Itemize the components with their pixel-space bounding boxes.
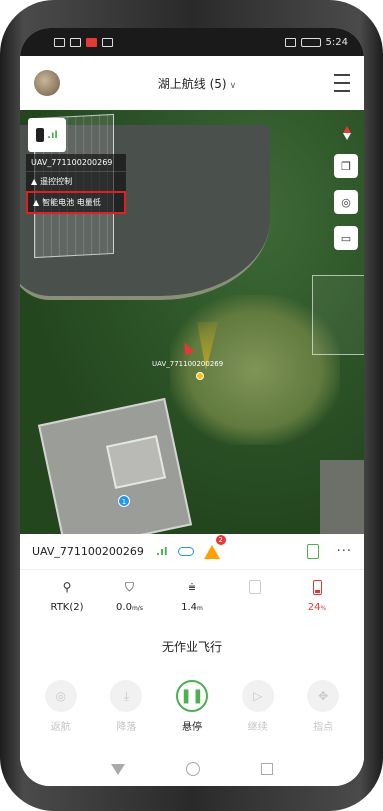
battery-status-icon bbox=[300, 37, 321, 47]
layers-button[interactable]: ❐ bbox=[334, 154, 358, 178]
top-bar: 湖上航线 (5) ∨ bbox=[20, 56, 364, 110]
resume-icon: ▷ bbox=[241, 680, 274, 712]
stat-rtk: ⚲ RTK(2) bbox=[42, 580, 92, 628]
measure-button[interactable]: ▭ bbox=[334, 226, 358, 250]
telemetry-stats: ⚲ RTK(2) ⛉ 0.0m/s ⩧ 1.4m 24% bbox=[20, 570, 364, 628]
payload-icon bbox=[248, 580, 261, 594]
flight-area-polygon-2 bbox=[312, 275, 364, 355]
layers-icon: ❐ bbox=[341, 159, 351, 173]
system-nav-bar bbox=[20, 752, 364, 786]
return-home-icon: ◎ bbox=[44, 680, 77, 712]
notification-status-icon bbox=[86, 37, 97, 47]
compass-icon[interactable] bbox=[342, 126, 352, 140]
map-view[interactable]: .ıl UAV_771100200269 ▲ 遥控控制 ▲ 智能电池 电量低 ❐ ◎… bbox=[20, 110, 364, 534]
warning-label: 智能电池 电量低 bbox=[42, 198, 101, 207]
alert-status-icon bbox=[102, 37, 113, 47]
chevron-down-icon: ∨ bbox=[229, 80, 237, 91]
drone-map-label: UAV_771100200269 bbox=[152, 360, 224, 368]
land-button[interactable]: ⤓ 降落 bbox=[101, 680, 151, 733]
signal-bars-icon: .ıl bbox=[47, 129, 58, 141]
screen: 5:24 湖上航线 (5) ∨ .ıl UAV_771100200269 ▲ 遥… bbox=[20, 28, 364, 786]
stat-battery: 24% bbox=[292, 580, 342, 628]
waypoint-marker[interactable]: 1 bbox=[118, 495, 130, 507]
warning-label: 遥控控制 bbox=[40, 177, 73, 186]
flight-actions: ◎ 返航 ⤓ 降落 ❚❚ 悬停 ▷ 继续 ✥ 指点 bbox=[20, 658, 364, 733]
stat-altitude: ⩧ 1.4m bbox=[167, 580, 217, 628]
uav-id-label: UAV_771100200269 bbox=[26, 154, 126, 171]
rc-signal-indicator[interactable]: .ıl bbox=[28, 118, 66, 152]
list-menu-icon[interactable] bbox=[334, 74, 350, 92]
map-roof bbox=[320, 460, 364, 534]
pause-icon: ❚❚ bbox=[175, 680, 208, 712]
point-fly-button[interactable]: ✥ 指点 bbox=[298, 680, 348, 733]
stat-value: RTK(2) bbox=[50, 602, 84, 613]
action-label: 降落 bbox=[116, 722, 137, 733]
signal-status-icon bbox=[54, 37, 65, 47]
satellite-icon: ⚲ bbox=[62, 580, 72, 594]
action-label: 继续 bbox=[247, 722, 268, 733]
status-time: 5:24 bbox=[325, 36, 348, 48]
remote-controller-icon bbox=[36, 128, 45, 142]
locate-button[interactable]: ◎ bbox=[334, 190, 358, 214]
status-left-icons bbox=[54, 37, 113, 47]
home-point-icon bbox=[196, 372, 204, 380]
warning-row-rc: ▲ 遥控控制 bbox=[26, 171, 126, 191]
control-panel: UAV_771100200269 .ıl 2 ··· ⚲ RTK(2) ⛉ 0.… bbox=[20, 534, 364, 786]
stat-value: 0.0m/s bbox=[116, 602, 143, 613]
nfc-status-icon bbox=[284, 37, 296, 47]
ruler-icon: ▭ bbox=[340, 231, 352, 245]
action-label: 悬停 bbox=[181, 722, 202, 733]
warning-icon: ▲ bbox=[31, 177, 38, 186]
phone-frame: 5:24 湖上航线 (5) ∨ .ıl UAV_771100200269 ▲ 遥… bbox=[0, 0, 383, 811]
wifi-status-icon bbox=[70, 37, 81, 47]
status-bar: 5:24 bbox=[20, 28, 364, 56]
warning-triangle-icon[interactable]: 2 bbox=[203, 534, 226, 559]
nav-home-icon[interactable] bbox=[185, 762, 200, 776]
warning-row-battery: ▲ 智能电池 电量低 bbox=[26, 191, 126, 214]
land-icon: ⤓ bbox=[110, 680, 143, 712]
uav-warning-card[interactable]: UAV_771100200269 ▲ 遥控控制 ▲ 智能电池 电量低 bbox=[26, 154, 126, 214]
nav-recent-icon[interactable] bbox=[261, 763, 274, 775]
signal-strength-icon: .ıl bbox=[155, 545, 168, 558]
stat-value: 24% bbox=[307, 602, 327, 613]
drone-info-row: UAV_771100200269 .ıl 2 ··· bbox=[20, 534, 364, 570]
locate-icon: ◎ bbox=[341, 195, 351, 209]
drone-status-icons: .ıl 2 bbox=[155, 534, 226, 559]
warning-count-badge: 2 bbox=[215, 534, 226, 545]
action-label: 返航 bbox=[50, 722, 71, 733]
more-icon[interactable]: ··· bbox=[337, 544, 352, 559]
status-right-icons: 5:24 bbox=[284, 36, 348, 48]
point-icon: ✥ bbox=[307, 680, 340, 712]
return-home-button[interactable]: ◎ 返航 bbox=[36, 680, 86, 733]
drone-name: UAV_771100200269 bbox=[32, 545, 144, 558]
hover-button[interactable]: ❚❚ 悬停 bbox=[167, 680, 217, 733]
flight-status-text: 无作业飞行 bbox=[161, 640, 222, 654]
nav-back-icon[interactable] bbox=[110, 763, 125, 775]
route-selector[interactable]: 湖上航线 (5) ∨ bbox=[60, 75, 334, 92]
warning-icon: ▲ bbox=[33, 198, 40, 207]
route-title: 湖上航线 (5) bbox=[157, 76, 227, 91]
altitude-icon: ⩧ bbox=[188, 580, 196, 594]
stat-payload bbox=[230, 580, 280, 628]
resume-button[interactable]: ▷ 继续 bbox=[233, 680, 283, 733]
stat-speed: ⛉ 0.0m/s bbox=[105, 580, 155, 628]
avatar[interactable] bbox=[34, 70, 60, 96]
battery-icon bbox=[312, 580, 322, 595]
stat-value: 1.4m bbox=[181, 602, 203, 613]
cloud-icon bbox=[177, 547, 194, 556]
action-label: 指点 bbox=[313, 722, 334, 733]
mission-doc-icon[interactable] bbox=[306, 544, 319, 559]
shield-speed-icon: ⛉ bbox=[124, 580, 134, 594]
